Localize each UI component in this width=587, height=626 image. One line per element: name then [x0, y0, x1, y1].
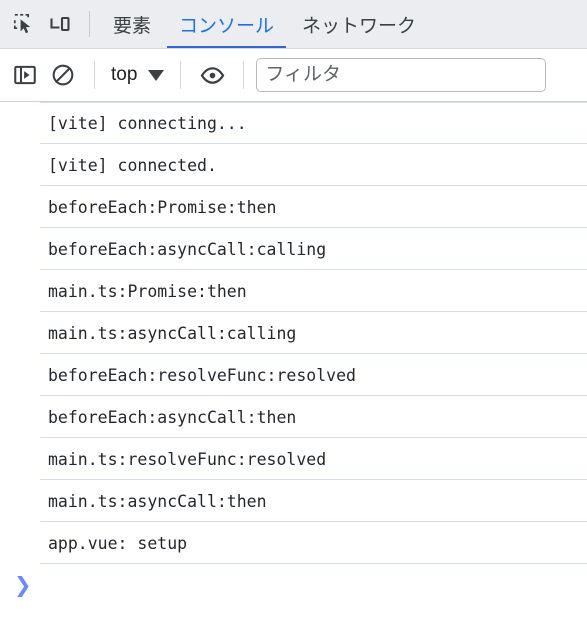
devtools-tab-bar: 要素 コンソール ネットワーク [0, 0, 587, 49]
console-message-list: [vite] connecting... [vite] connected. b… [0, 102, 587, 564]
eye-icon[interactable] [193, 56, 231, 94]
console-message-row[interactable]: beforeEach:asyncCall:calling [0, 228, 587, 270]
console-message-text: [vite] connecting... [48, 113, 247, 133]
console-message-text: main.ts:asyncCall:then [48, 491, 267, 511]
tabbar-divider [89, 11, 90, 37]
console-message-text: main.ts:asyncCall:calling [48, 323, 297, 343]
execution-context-selector[interactable]: top [107, 61, 168, 89]
execution-context-value: top [111, 64, 138, 85]
console-message-row[interactable]: app.vue: setup [0, 522, 587, 564]
console-message-row[interactable]: beforeEach:asyncCall:then [0, 396, 587, 438]
inspect-element-icon[interactable] [6, 6, 42, 42]
console-toolbar: top [0, 49, 587, 102]
chevron-right-icon: ❯ [14, 572, 32, 597]
console-prompt[interactable]: ❯ [0, 564, 587, 606]
sidebar-panel-icon[interactable] [6, 56, 44, 94]
filter-input[interactable] [256, 58, 547, 92]
console-message-text: beforeEach:resolveFunc:resolved [48, 365, 356, 385]
console-message-text: main.ts:Promise:then [48, 281, 247, 301]
toolbar-divider-1 [94, 61, 95, 89]
tab-elements-label: 要素 [113, 15, 152, 37]
chevron-down-icon [148, 69, 165, 81]
tab-console[interactable]: コンソール [165, 0, 288, 48]
console-message-text: beforeEach:asyncCall:calling [48, 239, 327, 259]
console-message-text: main.ts:resolveFunc:resolved [48, 449, 327, 469]
device-toolbar-icon[interactable] [42, 6, 78, 42]
console-message-row[interactable]: main.ts:Promise:then [0, 270, 587, 312]
tab-network[interactable]: ネットワーク [288, 0, 430, 48]
console-message-text: app.vue: setup [48, 533, 188, 553]
console-message-text: [vite] connected. [48, 155, 217, 175]
console-message-row[interactable]: beforeEach:Promise:then [0, 186, 587, 228]
console-message-text: beforeEach:Promise:then [48, 197, 277, 217]
tab-elements[interactable]: 要素 [99, 0, 165, 48]
console-message-row[interactable]: main.ts:resolveFunc:resolved [0, 438, 587, 480]
clear-console-icon[interactable] [44, 56, 82, 94]
tab-console-label: コンソール [179, 15, 275, 37]
console-message-row[interactable]: main.ts:asyncCall:then [0, 480, 587, 522]
toolbar-divider-3 [243, 61, 245, 89]
toolbar-divider-2 [180, 61, 182, 89]
console-message-row[interactable]: [vite] connected. [0, 144, 587, 186]
console-message-text: beforeEach:asyncCall:then [48, 407, 297, 427]
console-message-row[interactable]: main.ts:asyncCall:calling [0, 312, 587, 354]
console-message-row[interactable]: [vite] connecting... [0, 102, 587, 144]
console-message-row[interactable]: beforeEach:resolveFunc:resolved [0, 354, 587, 396]
tab-network-label: ネットワーク [302, 15, 417, 37]
